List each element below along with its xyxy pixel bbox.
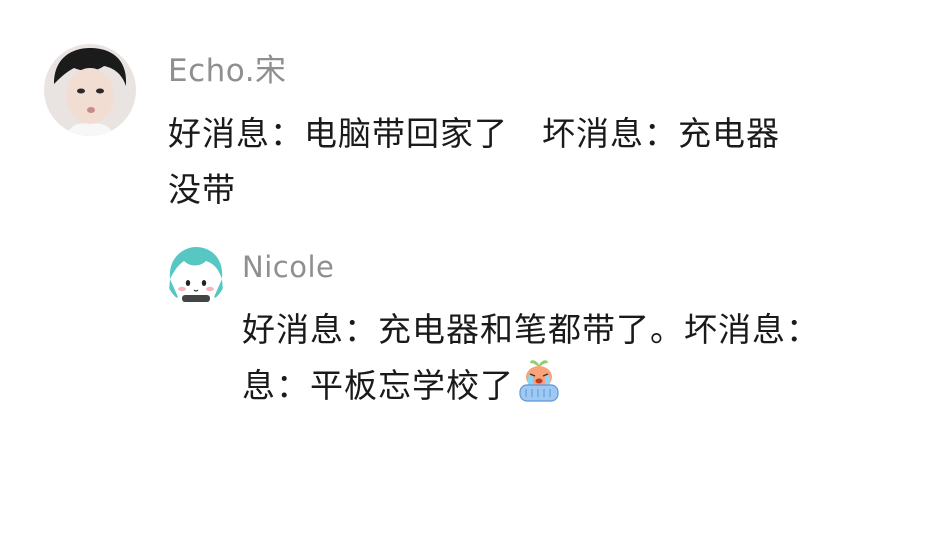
user-avatar[interactable] [166,245,226,305]
crying-face-emoji-icon [516,359,562,420]
reply-text-segment: 息：平板忘学校了 [242,366,514,405]
comment-text-line: 没带 [168,170,236,209]
reply-item: Nicole 好消息：充电器和笔都带了。坏消息： 息：平板忘学校了 [0,230,925,430]
reply-text-line: 好消息：充电器和笔都带了。坏消息： [242,310,820,349]
reply-text: 好消息：充电器和笔都带了。坏消息： 息：平板忘学校了 [242,302,820,420]
username[interactable]: Echo.宋 [168,45,287,90]
comment-text-line: 好消息：电脑带回家了 坏消息：充电器 [168,114,780,153]
anime-avatar-icon [166,245,226,305]
avatar-photo-icon [44,44,136,136]
username[interactable]: Nicole [242,250,334,284]
reply-text-line: 息：平板忘学校了 [242,358,820,420]
comment-item: Echo.宋 好消息：电脑带回家了 坏消息：充电器 没带 [0,0,925,230]
user-avatar[interactable] [44,44,136,136]
comment-text: 好消息：电脑带回家了 坏消息：充电器 没带 [168,106,780,218]
